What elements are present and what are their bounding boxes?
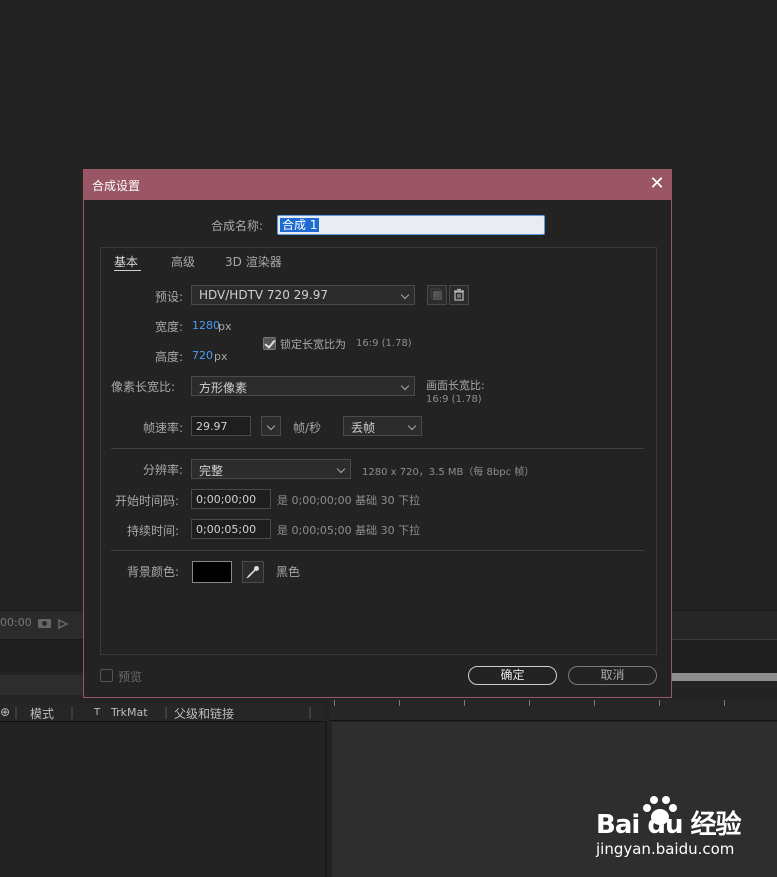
preset-label: 预设:: [155, 290, 184, 304]
paw-icon: [643, 796, 677, 825]
start-timecode-label: 开始时间码:: [115, 494, 180, 508]
pixel-aspect-label: 像素长宽比:: [111, 380, 176, 394]
height-unit: px: [214, 350, 228, 363]
chevron-down-icon: [266, 421, 276, 431]
preview-label: 预览: [118, 670, 143, 684]
drop-frame-dropdown[interactable]: 丢帧: [343, 416, 422, 436]
separator: [111, 550, 644, 551]
frame-rate-input[interactable]: 29.97: [191, 416, 251, 436]
column-mode[interactable]: 模式: [30, 705, 54, 722]
width-unit: px: [218, 320, 232, 333]
frame-rate-label: 帧速率:: [143, 421, 184, 435]
delete-preset-button[interactable]: [449, 285, 469, 305]
ok-button[interactable]: 确定: [468, 666, 557, 685]
chevron-down-icon: [407, 421, 417, 431]
frame-aspect-label: 画面长宽比:: [426, 379, 485, 392]
chevron-down-icon: [400, 381, 410, 391]
viewer-timecode: 00:00: [0, 616, 32, 629]
close-button[interactable]: ✕: [646, 173, 668, 195]
watermark-url: jingyan.baidu.com: [596, 840, 735, 858]
pixel-aspect-dropdown[interactable]: 方形像素: [191, 376, 415, 396]
column-parent[interactable]: 父级和链接: [174, 705, 234, 722]
tab-basic[interactable]: 基本: [114, 253, 138, 270]
composition-settings-dialog: 合成设置 ✕ 合成名称: 合成 1 基本 高级 3D 渲染器 预设: HDV/H…: [83, 169, 672, 698]
timeline-area: [0, 640, 84, 672]
preview-checkbox[interactable]: [100, 669, 113, 682]
dialog-titlebar: 合成设置 ✕: [84, 170, 671, 200]
height-label: 高度:: [155, 350, 184, 364]
composition-name-input[interactable]: 合成 1: [277, 215, 545, 235]
timeline-area-right: [672, 640, 777, 676]
duration-input[interactable]: 0;00;05;00: [191, 519, 271, 539]
tab-3d-renderer[interactable]: 3D 渲染器: [225, 253, 282, 270]
active-tab-underline: [114, 270, 141, 271]
save-preset-button[interactable]: [427, 285, 447, 305]
separator: [111, 448, 644, 449]
width-label: 宽度:: [155, 320, 184, 334]
column-t[interactable]: T: [94, 707, 100, 718]
background-color-label: 背景颜色:: [127, 565, 180, 579]
start-timecode-info: 是 0;00;00;00 基础 30 下拉: [277, 494, 421, 507]
preset-dropdown[interactable]: HDV/HDTV 720 29.97: [191, 285, 415, 305]
lock-aspect-checkbox[interactable]: [263, 337, 276, 350]
lock-aspect-label: 锁定长宽比为: [280, 338, 346, 351]
frame-aspect-value: 16:9 (1.78): [426, 394, 482, 405]
resolution-label: 分辨率:: [143, 463, 184, 477]
frame-rate-dropdown[interactable]: [261, 416, 281, 436]
eyedropper-button[interactable]: [242, 561, 264, 583]
eyedropper-icon: [246, 566, 259, 579]
height-value[interactable]: 720: [192, 349, 213, 362]
dialog-title: 合成设置: [92, 179, 141, 193]
composition-name-label: 合成名称:: [211, 219, 264, 233]
timeline-scrollbar[interactable]: [672, 673, 777, 681]
trash-icon: [454, 288, 464, 301]
duration-label: 持续时间:: [127, 524, 180, 538]
sphere-icon: ⊕: [0, 705, 11, 719]
close-icon: ✕: [649, 173, 665, 194]
start-timecode-input[interactable]: 0;00;00;00: [191, 489, 271, 509]
resolution-info: 1280 x 720，3.5 MB（每 8bpc 帧）: [362, 467, 535, 478]
time-ruler[interactable]: [330, 700, 777, 721]
chevron-down-icon: [336, 464, 346, 474]
camera-icon[interactable]: [37, 616, 77, 630]
timeline-bar: [0, 675, 84, 695]
cancel-button[interactable]: 取消: [568, 666, 657, 685]
width-value[interactable]: 1280: [192, 319, 220, 332]
tab-advanced[interactable]: 高级: [171, 253, 195, 270]
watermark: Bai du 经验 jingyan.baidu.com: [596, 794, 756, 858]
layer-panel: [0, 722, 327, 877]
frame-rate-unit: 帧/秒: [293, 421, 322, 435]
chevron-down-icon: [400, 290, 410, 300]
background-color-swatch[interactable]: [192, 561, 232, 583]
settings-panel: 基本 高级 3D 渲染器 预设: HDV/HDTV 720 29.97 宽度: …: [100, 247, 657, 655]
layer-column-header: ⊕ | 模式 | T TrkMat | 父级和链接 |: [0, 703, 325, 722]
viewer-toolbar-right: [672, 610, 777, 641]
resolution-dropdown[interactable]: 完整: [191, 459, 351, 479]
column-trkmat[interactable]: TrkMat: [111, 706, 148, 719]
duration-info: 是 0;00;05;00 基础 30 下拉: [277, 524, 421, 537]
background-color-name: 黑色: [276, 565, 301, 579]
composition-name-value: 合成 1: [280, 218, 320, 232]
lock-aspect-ratio: 16:9 (1.78): [356, 338, 412, 349]
save-preset-icon: [430, 288, 442, 300]
